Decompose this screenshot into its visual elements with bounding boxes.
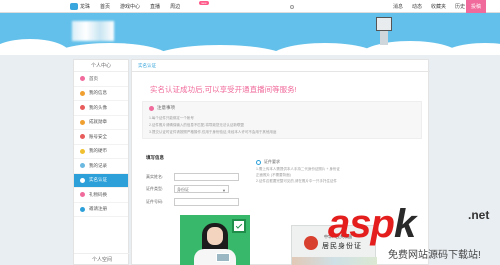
id-number-input[interactable] bbox=[174, 198, 239, 206]
sidebar-item-label: 我的硬币 bbox=[89, 148, 107, 154]
user-menu: 消息 动态 收藏夹 历史 bbox=[290, 3, 465, 10]
id-type-select[interactable]: 身份证 ▼ bbox=[174, 185, 229, 193]
sidebar: 个人中心 首页 我的信息 我的头像 成就勋章 账号安全 我的硬币 我的记录 实名… bbox=[73, 59, 130, 265]
sidebar-item-label: 礼物码换 bbox=[89, 191, 107, 197]
flower-icon bbox=[149, 105, 154, 111]
sidebar-item-medals[interactable]: 成就勋章 bbox=[74, 116, 128, 130]
requirement-line: 1.需上传本人需提供本人手持二代身份证照片 + 身份证 bbox=[256, 167, 340, 171]
blurred-username bbox=[72, 21, 114, 41]
nav-favorites[interactable]: 收藏夹 bbox=[431, 3, 446, 10]
sidebar-item-label: 实名认证 bbox=[89, 177, 107, 183]
nav-item-live[interactable]: 直播 bbox=[150, 3, 160, 10]
notice-title-text: 注意事项 bbox=[157, 105, 175, 110]
requirements-title: 证件要求 bbox=[256, 159, 280, 165]
sidebar-item-real-name-auth[interactable]: 实名认证 bbox=[74, 173, 128, 188]
nav-item-game-center[interactable]: 游戏中心 bbox=[120, 3, 140, 10]
sidebar-item-label: 我的头像 bbox=[89, 104, 107, 110]
sidebar-item-avatar[interactable]: 我的头像 bbox=[74, 101, 128, 116]
divider bbox=[132, 71, 430, 72]
checkmark-icon bbox=[232, 219, 246, 233]
mascot-robot-icon bbox=[374, 17, 394, 49]
notice-box: 注意事项 1.每个证件只能绑定一个帐号 2.证件照片请确保输入的信息不匹配,将导… bbox=[142, 101, 422, 139]
sidebar-title: 个人中心 bbox=[74, 60, 128, 72]
nav-history[interactable]: 历史 bbox=[455, 3, 465, 10]
info-dot-icon bbox=[256, 159, 261, 165]
sample-handheld-id-photo bbox=[180, 215, 250, 265]
cloud-shape bbox=[150, 45, 290, 55]
chevron-down-icon: ▼ bbox=[222, 188, 226, 193]
nav-messages[interactable]: 消息 bbox=[393, 3, 403, 10]
national-emblem-icon bbox=[304, 236, 318, 250]
sidebar-footer-personal-space[interactable]: 个人空间 bbox=[74, 253, 130, 265]
profile-banner bbox=[0, 13, 500, 55]
id-number-label: 证件号码: bbox=[146, 199, 164, 204]
real-name-label: 真实姓名: bbox=[146, 174, 164, 179]
watermark-brand-k: k bbox=[393, 202, 416, 246]
notice-line: 2.证件照片请确保输入的信息不匹配,将导致您无法认证新联盟 bbox=[149, 123, 244, 127]
sidebar-item-label: 我的信息 bbox=[89, 90, 107, 96]
notice-title: 注意事项 bbox=[149, 105, 175, 111]
home-icon bbox=[80, 76, 85, 82]
real-name-input[interactable] bbox=[174, 173, 239, 181]
requirements-title-text: 证件要求 bbox=[264, 159, 280, 164]
sidebar-item-label: 我的记录 bbox=[89, 162, 107, 168]
upload-button[interactable]: 投稿 bbox=[466, 0, 486, 13]
nav-item-home[interactable]: 首页 bbox=[100, 3, 110, 10]
gift-icon bbox=[80, 192, 85, 198]
nav-item-merch[interactable]: 周边 bbox=[170, 3, 180, 10]
requirement-line: 2.证件边框要完整可见的,请在照片中一只手托住证件 bbox=[256, 179, 337, 183]
sidebar-item-label: 邀请注册 bbox=[89, 206, 107, 212]
idcard-icon bbox=[80, 177, 85, 183]
nav-logo-label[interactable]: 龙珠 bbox=[80, 3, 90, 10]
notice-line: 1.每个证件只能绑定一个帐号 bbox=[149, 116, 194, 120]
watermark-logo: aspk .net 免费网站源码下载站! bbox=[328, 202, 500, 265]
main-nav: 龙珠 首页 游戏中心 直播 周边 new bbox=[80, 1, 209, 10]
sidebar-item-label: 账号安全 bbox=[89, 133, 107, 139]
search-icon[interactable] bbox=[290, 4, 294, 9]
invite-icon bbox=[80, 206, 85, 212]
watermark-subtitle: 免费网站源码下载站! bbox=[388, 250, 481, 261]
info-icon bbox=[80, 90, 85, 96]
sidebar-item-label: 首页 bbox=[89, 75, 98, 81]
id-type-label: 证件类型: bbox=[146, 186, 164, 191]
requirement-line: 正面照片 (不需要背面) bbox=[256, 173, 291, 177]
sidebar-item-invite[interactable]: 邀请注册 bbox=[74, 203, 128, 217]
cloud-shape bbox=[50, 43, 170, 55]
site-logo-icon[interactable] bbox=[70, 3, 78, 10]
sidebar-item-coins[interactable]: 我的硬币 bbox=[74, 145, 128, 159]
page-heading: 实名认证成功后,可以享受开通直播间等服务! bbox=[150, 85, 297, 94]
cloud-shape bbox=[440, 43, 500, 55]
form-section-title: 填写信息 bbox=[146, 155, 164, 160]
avatar-icon bbox=[80, 105, 85, 111]
top-navigation-bar: 龙珠 首页 游戏中心 直播 周边 new 消息 动态 收藏夹 历史 投稿 bbox=[0, 0, 500, 13]
shield-icon bbox=[80, 134, 85, 140]
sidebar-item-home[interactable]: 首页 bbox=[74, 72, 128, 87]
sidebar-item-security[interactable]: 账号安全 bbox=[74, 130, 128, 145]
requirements-box: 证件要求 1.需上传本人需提供本人手持二代身份证照片 + 身份证 正面照片 (不… bbox=[256, 159, 376, 191]
breadcrumb: 实名认证 bbox=[138, 63, 156, 68]
sidebar-item-label: 成就勋章 bbox=[89, 119, 107, 125]
sidebar-item-records[interactable]: 我的记录 bbox=[74, 159, 128, 174]
sidebar-item-info[interactable]: 我的信息 bbox=[74, 87, 128, 101]
watermark-tld: .net bbox=[468, 208, 490, 222]
coin-icon bbox=[80, 148, 85, 154]
sidebar-item-gift-code[interactable]: 礼物码换 bbox=[74, 188, 128, 203]
record-icon bbox=[80, 163, 85, 169]
watermark-brand-main: asp bbox=[328, 202, 395, 246]
nav-dynamics[interactable]: 动态 bbox=[412, 3, 422, 10]
medal-icon bbox=[80, 119, 85, 125]
id-type-value: 身份证 bbox=[177, 187, 189, 192]
notice-line: 3.提交认证时证件请按照严格操作,仅用于身份验证,未经本人许可不会用于其他用途 bbox=[149, 130, 277, 134]
new-badge: new bbox=[199, 1, 209, 5]
watermark-brand: aspk bbox=[328, 202, 416, 247]
